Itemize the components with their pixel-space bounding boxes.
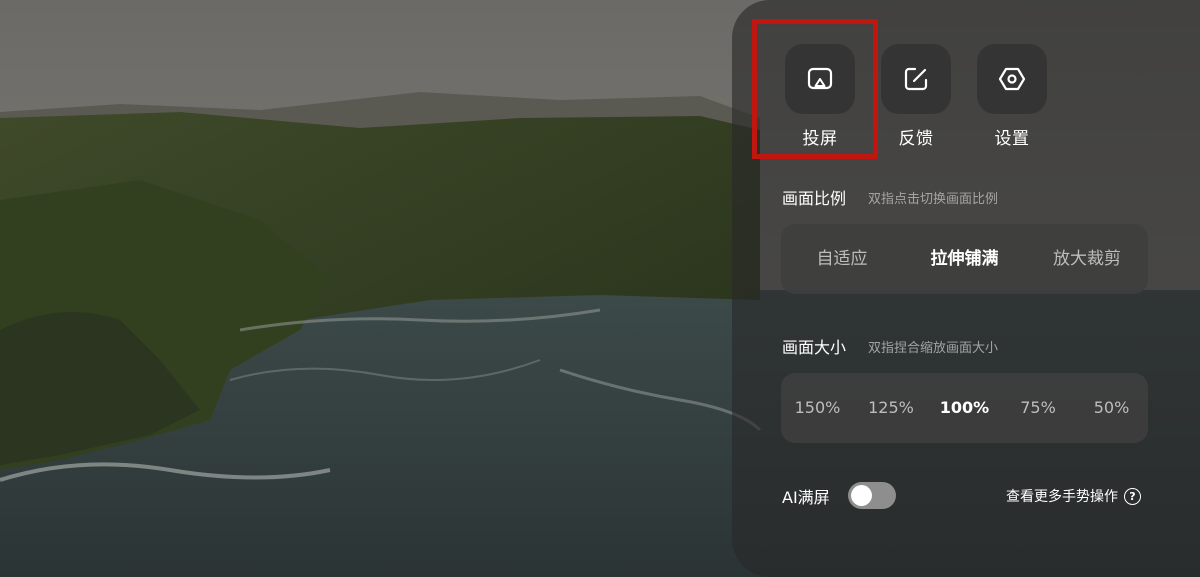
- aspect-ratio-hint: 双指点击切换画面比例: [868, 192, 999, 207]
- aspect-ratio-title: 画面比例: [782, 189, 847, 208]
- screen-size-hint: 双指捏合缩放画面大小: [868, 341, 999, 356]
- ratio-option-crop[interactable]: 放大裁剪: [1026, 224, 1148, 294]
- ratio-option-stretch[interactable]: 拉伸铺满: [903, 224, 1026, 294]
- size-option-50[interactable]: 50%: [1075, 373, 1148, 443]
- aspect-ratio-selector: 自适应 拉伸铺满 放大裁剪: [781, 224, 1148, 294]
- ratio-option-fit[interactable]: 自适应: [781, 224, 903, 294]
- settings-button[interactable]: 设置: [967, 44, 1057, 149]
- ai-fullscreen-label: AI满屏: [782, 488, 830, 507]
- feedback-label: 反馈: [898, 129, 934, 149]
- size-option-150[interactable]: 150%: [781, 373, 854, 443]
- more-gestures-link[interactable]: 查看更多手势操作 ?: [1006, 486, 1141, 506]
- cast-highlight-box: [752, 19, 878, 159]
- size-option-125[interactable]: 125%: [854, 373, 928, 443]
- ai-fullscreen-toggle[interactable]: [848, 482, 896, 509]
- settings-hexagon-icon: [998, 67, 1026, 91]
- toggle-knob: [851, 485, 872, 506]
- size-option-75[interactable]: 75%: [1001, 373, 1075, 443]
- settings-label: 设置: [994, 129, 1030, 149]
- help-icon: ?: [1124, 487, 1141, 505]
- feedback-edit-icon: [904, 67, 928, 91]
- screen-size-title: 画面大小: [782, 338, 847, 357]
- feedback-button[interactable]: 反馈: [871, 44, 961, 149]
- size-option-100[interactable]: 100%: [928, 373, 1001, 443]
- more-gestures-label: 查看更多手势操作: [1006, 489, 1118, 505]
- screen-size-selector: 150% 125% 100% 75% 50%: [781, 373, 1148, 443]
